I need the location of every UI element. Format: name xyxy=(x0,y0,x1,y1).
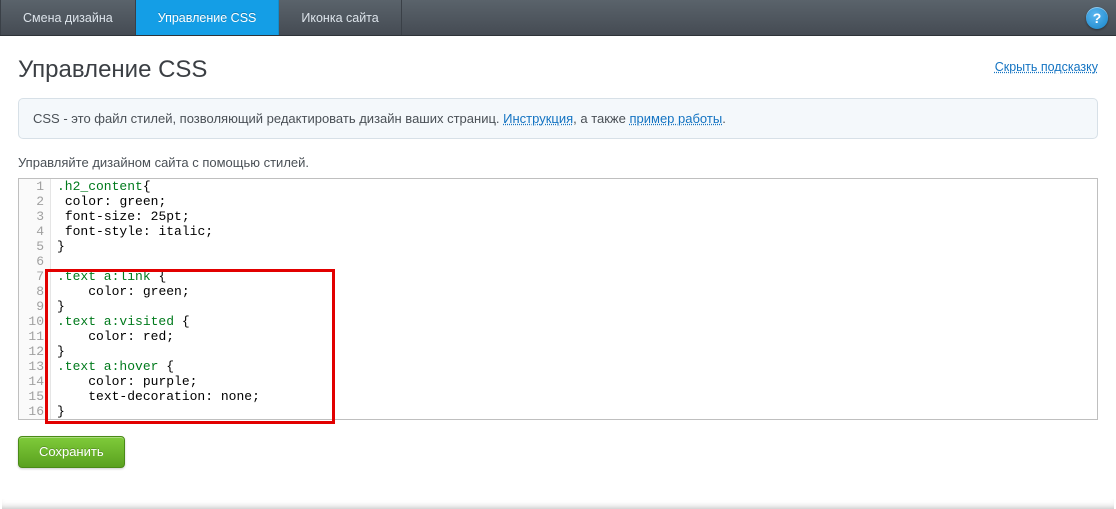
code-content[interactable]: font-size: 25pt; xyxy=(51,209,190,224)
line-number: 3 xyxy=(19,209,51,224)
page-header: Управление CSS Скрыть подсказку xyxy=(18,56,1098,84)
code-content[interactable]: color: green; xyxy=(51,284,190,299)
code-line[interactable]: 11 color: red; xyxy=(19,329,1097,344)
info-text-mid: , а также xyxy=(573,111,629,126)
code-content[interactable]: color: purple; xyxy=(51,374,197,389)
page-content: Управление CSS Скрыть подсказку CSS - эт… xyxy=(0,36,1116,486)
line-number: 15 xyxy=(19,389,51,404)
code-content[interactable]: .text a:visited { xyxy=(51,314,190,329)
code-line[interactable]: 16} xyxy=(19,404,1097,419)
tab-change-design[interactable]: Смена дизайна xyxy=(0,0,136,35)
info-text-post: . xyxy=(722,111,726,126)
line-number: 12 xyxy=(19,344,51,359)
code-content[interactable]: } xyxy=(51,344,65,359)
save-button[interactable]: Сохранить xyxy=(18,436,125,468)
code-content[interactable]: color: red; xyxy=(51,329,174,344)
tab-site-icon[interactable]: Иконка сайта xyxy=(279,0,401,35)
code-content[interactable]: .h2_content{ xyxy=(51,179,151,194)
help-icon[interactable]: ? xyxy=(1086,7,1108,29)
line-number: 6 xyxy=(19,254,51,269)
code-line[interactable]: 6 xyxy=(19,254,1097,269)
tab-manage-css[interactable]: Управление CSS xyxy=(136,0,280,35)
line-number: 5 xyxy=(19,239,51,254)
code-line[interactable]: 4 font-style: italic; xyxy=(19,224,1097,239)
css-editor[interactable]: 1.h2_content{2 color: green;3 font-size:… xyxy=(18,178,1098,420)
code-line[interactable]: 15 text-decoration: none; xyxy=(19,389,1097,404)
tab-label: Смена дизайна xyxy=(23,11,113,25)
line-number: 4 xyxy=(19,224,51,239)
hide-hint-link[interactable]: Скрыть подсказку xyxy=(995,60,1098,74)
line-number: 10 xyxy=(19,314,51,329)
code-line[interactable]: 10.text a:visited { xyxy=(19,314,1097,329)
code-content[interactable]: } xyxy=(51,299,65,314)
info-box: CSS - это файл стилей, позволяющий редак… xyxy=(18,98,1098,139)
line-number: 8 xyxy=(19,284,51,299)
sub-label: Управляйте дизайном сайта с помощью стил… xyxy=(18,155,1098,170)
line-number: 13 xyxy=(19,359,51,374)
code-line[interactable]: 1.h2_content{ xyxy=(19,179,1097,194)
code-content[interactable]: color: green; xyxy=(51,194,166,209)
page-title: Управление CSS xyxy=(18,56,207,84)
line-number: 9 xyxy=(19,299,51,314)
top-tab-bar: Смена дизайна Управление CSS Иконка сайт… xyxy=(0,0,1116,36)
help-glyph: ? xyxy=(1093,10,1102,26)
code-line[interactable]: 9} xyxy=(19,299,1097,314)
code-content[interactable]: .text a:hover { xyxy=(51,359,174,374)
code-line[interactable]: 5} xyxy=(19,239,1097,254)
bottom-shadow xyxy=(2,499,1114,509)
code-line[interactable]: 7.text a:link { xyxy=(19,269,1097,284)
code-content[interactable] xyxy=(51,254,57,269)
code-content[interactable]: } xyxy=(51,239,65,254)
code-line[interactable]: 3 font-size: 25pt; xyxy=(19,209,1097,224)
code-line[interactable]: 13.text a:hover { xyxy=(19,359,1097,374)
info-text-pre: CSS - это файл стилей, позволяющий редак… xyxy=(33,111,503,126)
code-content[interactable]: .text a:link { xyxy=(51,269,166,284)
code-content[interactable]: } xyxy=(51,404,65,419)
code-line[interactable]: 14 color: purple; xyxy=(19,374,1097,389)
code-content[interactable]: text-decoration: none; xyxy=(51,389,260,404)
line-number: 7 xyxy=(19,269,51,284)
tab-label: Иконка сайта xyxy=(301,11,378,25)
code-content[interactable]: font-style: italic; xyxy=(51,224,213,239)
example-link[interactable]: пример работы xyxy=(629,111,722,126)
instruction-link[interactable]: Инструкция xyxy=(503,111,573,126)
line-number: 16 xyxy=(19,404,51,419)
line-number: 1 xyxy=(19,179,51,194)
code-line[interactable]: 8 color: green; xyxy=(19,284,1097,299)
line-number: 11 xyxy=(19,329,51,344)
line-number: 2 xyxy=(19,194,51,209)
code-line[interactable]: 2 color: green; xyxy=(19,194,1097,209)
tab-label: Управление CSS xyxy=(158,11,257,25)
code-line[interactable]: 12} xyxy=(19,344,1097,359)
line-number: 14 xyxy=(19,374,51,389)
